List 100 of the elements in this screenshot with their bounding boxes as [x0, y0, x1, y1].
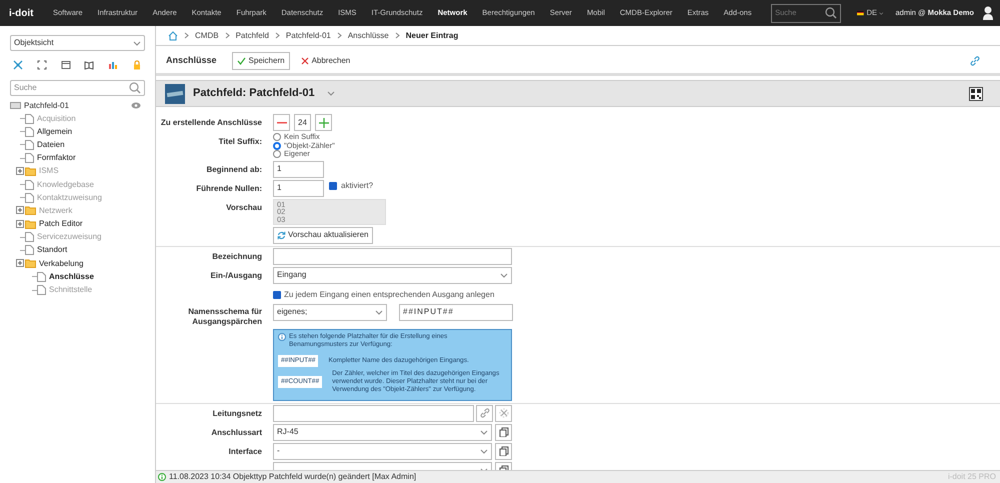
book-icon	[84, 60, 94, 70]
folder-icon	[25, 220, 36, 229]
expand-icon	[36, 60, 47, 70]
caret-icon	[500, 272, 508, 278]
breadcrumb-link[interactable]: Patchfeld-01	[286, 30, 331, 42]
eye-icon	[131, 102, 141, 109]
caret-icon	[879, 10, 884, 16]
document-icon	[25, 153, 34, 164]
input-field[interactable]	[273, 248, 512, 264]
field-label: Ein-/Ausgang	[210, 270, 262, 280]
detach-icon	[498, 408, 508, 418]
section-title: Anschlüsse	[166, 54, 217, 67]
status-message: 11.08.2023 10:34 Objekttyp Patchfeld wurde(n) geändert [Max Admin]	[169, 471, 416, 483]
cancel-button[interactable]: Abbrechen	[296, 52, 354, 70]
chevron-icon	[224, 32, 230, 39]
tree-item[interactable]: Formfaktor	[37, 152, 76, 164]
field-label: Führende Nullen:	[196, 184, 262, 192]
caret-icon	[326, 90, 335, 97]
search-field[interactable]: Suche	[10, 80, 145, 96]
tree-item[interactable]: Standort	[37, 244, 68, 256]
breadcrumb-link[interactable]: CMDB	[195, 30, 219, 42]
caret-icon	[480, 428, 488, 436]
chart-icon	[108, 60, 118, 70]
chevron-icon	[274, 32, 280, 39]
copy-button[interactable]	[495, 442, 512, 460]
refresh-icon	[277, 230, 286, 240]
chevron-icon	[336, 32, 342, 39]
tree-item[interactable]: Verkabelung	[39, 258, 84, 270]
breadcrumb-link[interactable]: Anschlüsse	[348, 30, 389, 42]
checkbox[interactable]	[329, 182, 337, 190]
document-icon	[25, 140, 34, 150]
field-label: Interface	[228, 446, 262, 456]
device-thumbnail	[165, 84, 185, 104]
refresh-button[interactable]: Vorschau aktualisieren	[273, 226, 372, 244]
minus-icon	[276, 122, 286, 124]
search-icon	[129, 82, 141, 94]
home-icon	[168, 30, 178, 40]
folder-icon	[25, 166, 36, 176]
object-title: Patchfeld: Patchfeld-01	[193, 86, 315, 102]
caret-icon	[480, 448, 488, 454]
lock-icon	[132, 60, 142, 70]
number-field[interactable]: 24	[294, 114, 311, 131]
input-field[interactable]: 1	[273, 160, 324, 178]
tree-item[interactable]: Dateien	[37, 138, 65, 151]
field-label: Vorschau	[226, 202, 262, 212]
document-icon	[25, 245, 34, 256]
caret-icon	[375, 308, 383, 316]
qr-code-icon	[969, 86, 983, 100]
select-field[interactable]: -	[273, 442, 492, 460]
document-icon	[25, 232, 34, 242]
tree-item[interactable]: Allgemein	[37, 126, 72, 138]
tree-item[interactable]: Patchfeld-01	[24, 100, 69, 112]
document-icon	[25, 114, 34, 124]
field-label: Anschlussart	[211, 428, 262, 436]
checkbox[interactable]	[273, 290, 281, 298]
chevron-icon	[184, 32, 189, 39]
chevron-icon	[394, 32, 400, 39]
document-icon	[25, 126, 34, 137]
flag-icon	[856, 9, 864, 17]
logo[interactable]: i-doit	[9, 6, 34, 20]
network-icon	[13, 60, 23, 70]
caret-icon	[133, 40, 141, 46]
increment-button[interactable]	[315, 114, 332, 131]
view-select[interactable]: Objektsicht	[10, 35, 145, 51]
check-icon	[236, 56, 246, 64]
copy-icon	[498, 427, 508, 437]
tree-item[interactable]: Patch Editor	[39, 218, 83, 230]
field-label: Namensschema für Ausgangspärchen	[188, 306, 262, 326]
expander-icon	[16, 166, 25, 176]
document-icon	[37, 272, 46, 282]
breadcrumb-link[interactable]: Neuer Eintrag	[406, 30, 458, 42]
input-field[interactable]: 1	[273, 180, 324, 196]
select-field[interactable]: Eingang	[273, 266, 512, 284]
folder-icon	[25, 206, 36, 216]
input-field[interactable]	[273, 404, 474, 422]
decrement-button[interactable]	[273, 114, 290, 131]
checkbox-label: aktiviert?	[341, 180, 374, 192]
field-label: Beginnend ab:	[206, 164, 262, 174]
breadcrumb-link[interactable]: Patchfeld	[236, 30, 269, 42]
folder-icon	[25, 259, 36, 268]
info-icon	[158, 473, 166, 481]
document-icon	[37, 285, 46, 296]
save-button[interactable]: Speichern	[232, 52, 290, 70]
select-field[interactable]: RJ-45	[273, 424, 492, 440]
radio-button[interactable]	[273, 133, 281, 142]
input-field[interactable]: ##INPUT##	[399, 304, 513, 320]
checkbox-label: Zu jedem Eingang einen entsprechenden Ausgang anlegen	[284, 288, 494, 300]
field-label: Zu erstellende Anschlüsse	[160, 118, 262, 127]
document-icon	[25, 192, 34, 203]
tree-item[interactable]: Anschlüsse	[49, 270, 94, 283]
device-icon	[10, 102, 21, 109]
select-field[interactable]: eigenes;	[273, 304, 387, 320]
copy-button[interactable]	[495, 424, 512, 440]
field-label: Titel Suffix:	[218, 137, 262, 146]
user-icon	[982, 6, 994, 20]
expander-icon	[16, 259, 25, 268]
radio-button[interactable]	[273, 142, 281, 150]
field-label: Leitungsnetz	[212, 408, 262, 418]
radio-button[interactable]	[273, 150, 281, 158]
close-icon	[300, 56, 309, 64]
